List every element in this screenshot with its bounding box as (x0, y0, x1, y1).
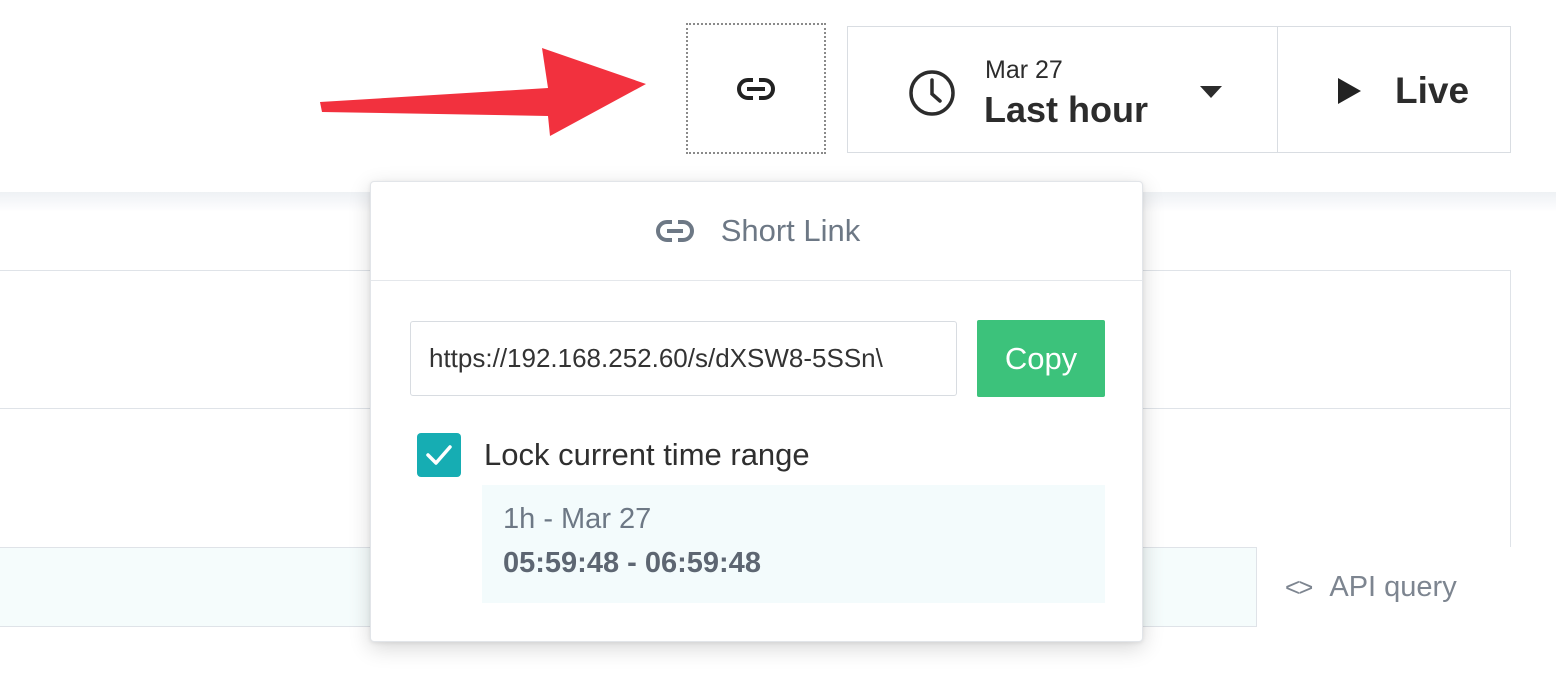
time-range-picker[interactable]: Mar 27 Last hour (848, 27, 1278, 152)
link-icon (655, 220, 694, 242)
api-query-button[interactable]: <> API query (1256, 547, 1511, 627)
checkmark-icon (426, 445, 452, 465)
arrow-annotation-icon (320, 48, 646, 136)
live-button[interactable]: Live (1278, 27, 1510, 152)
time-range-label: Last hour (984, 89, 1149, 130)
short-link-button[interactable] (686, 23, 826, 154)
link-icon (737, 77, 775, 100)
caret-down-icon (1200, 86, 1222, 98)
live-label: Live (1395, 70, 1470, 111)
time-range-date: Mar 27 (985, 56, 1063, 84)
time-range-control: Mar 27 Last hour Live (847, 26, 1511, 153)
copy-button[interactable]: Copy (977, 320, 1105, 397)
page: <> API query Mar 27 Last hour Live Short… (0, 0, 1556, 676)
range-summary: 1h - Mar 27 (503, 503, 652, 535)
code-icon: <> (1285, 571, 1313, 602)
clock-icon (909, 70, 955, 116)
lock-time-range-checkbox[interactable] (417, 433, 461, 477)
short-link-url-input[interactable] (410, 321, 957, 396)
popover-header: Short Link (371, 182, 1142, 281)
short-link-popover: Short Link Copy Lock current time range … (370, 181, 1143, 642)
lock-time-range-label[interactable]: Lock current time range (484, 437, 810, 473)
play-icon (1338, 78, 1361, 104)
api-query-label: API query (1329, 570, 1457, 603)
locked-time-range: 1h - Mar 27 05:59:48 - 06:59:48 (482, 485, 1105, 603)
popover-title: Short Link (720, 213, 861, 248)
range-times: 05:59:48 - 06:59:48 (503, 547, 761, 579)
